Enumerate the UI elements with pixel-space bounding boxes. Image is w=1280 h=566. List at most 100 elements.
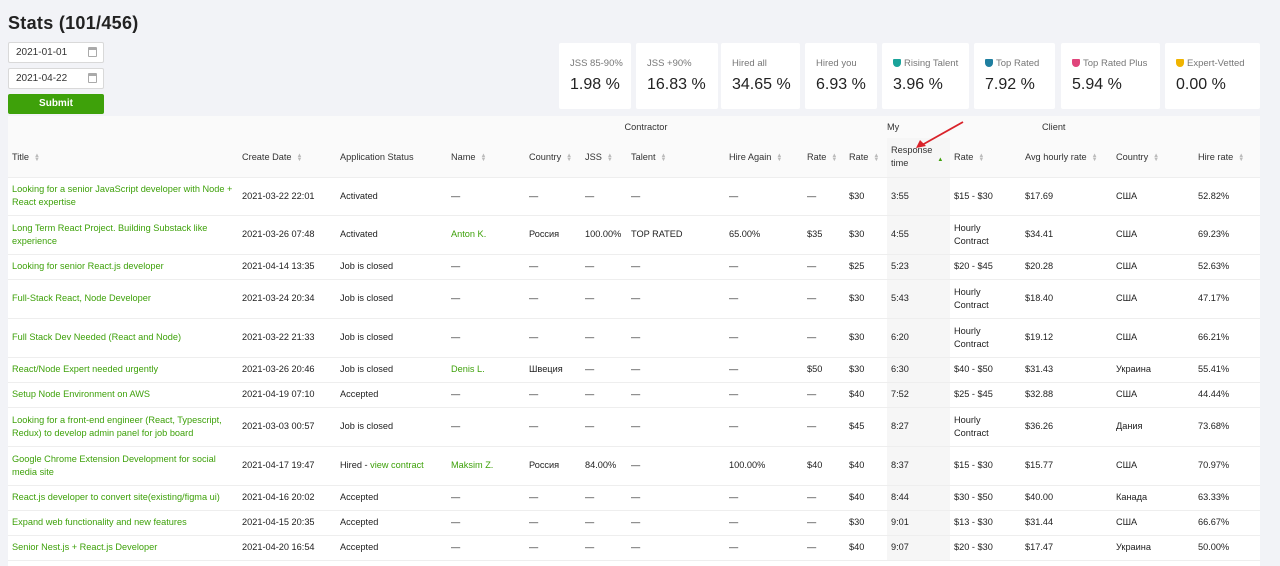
- cell-name: —: [447, 535, 525, 561]
- expert-vetted-badge-icon: [1176, 59, 1184, 67]
- cell-cl-rate: $13 - $30: [950, 510, 1021, 536]
- cell-name: Maksim Z.: [447, 446, 525, 486]
- cell-date: 2021-04-15 20:35: [238, 510, 336, 536]
- job-title-link[interactable]: React.js developer to convert site(exist…: [12, 492, 220, 502]
- cell-jss: —: [581, 254, 627, 280]
- job-title-link[interactable]: Setup Node Environment on AWS: [12, 389, 150, 399]
- job-title-link[interactable]: Looking for senior React.js developer: [12, 261, 164, 271]
- cell-talent: —: [627, 535, 725, 561]
- cell-resp: 3:55: [887, 177, 950, 216]
- stat-card: Expert-Vetted 0.00 %: [1165, 43, 1260, 109]
- cell-avg: $34.41: [1021, 215, 1112, 255]
- column-header-avg-hourly-rate[interactable]: Avg hourly rate ▲ ▼: [1021, 138, 1112, 178]
- cell-name: Anton K.: [447, 215, 525, 255]
- cell-my-rate: $30: [845, 215, 887, 255]
- cell-country: —: [525, 254, 581, 280]
- contractor-name-link[interactable]: Anton K.: [451, 229, 486, 239]
- column-header-country[interactable]: Country ▲ ▼: [525, 138, 581, 178]
- job-title-link[interactable]: Long Term React Project. Building Substa…: [12, 223, 207, 246]
- cell-status: Job is closed: [336, 318, 447, 358]
- column-header-name[interactable]: Name ▲ ▼: [447, 138, 525, 178]
- cell-cl-rate: $20 - $45: [950, 254, 1021, 280]
- column-header-application-status[interactable]: Application Status: [336, 138, 447, 178]
- view-contract-link[interactable]: view contract: [370, 460, 424, 470]
- cell-cl-country: США: [1112, 318, 1194, 358]
- date-to-input[interactable]: 2021-04-22: [8, 68, 104, 89]
- application-status-text: Activated: [340, 190, 378, 201]
- column-header-label: Talent: [631, 152, 656, 163]
- cell-hire-again: —: [725, 254, 803, 280]
- calendar-icon: [88, 73, 97, 83]
- cell-name: —: [447, 382, 525, 408]
- job-title-link[interactable]: Full-Stack React, Node Developer: [12, 293, 151, 303]
- sort-icon[interactable]: ▲ ▼: [34, 153, 40, 163]
- stat-value: 34.65 %: [732, 76, 791, 93]
- sort-icon[interactable]: ▲ ▼: [776, 153, 782, 163]
- cell-status: Job is closed: [336, 279, 447, 319]
- sort-icon[interactable]: ▲▲: [937, 154, 943, 163]
- cell-my-rate: $30: [845, 357, 887, 383]
- stat-card: Rising Talent 3.96 %: [882, 43, 969, 109]
- sort-icon[interactable]: ▲ ▼: [1092, 153, 1098, 163]
- submit-button[interactable]: Submit: [8, 94, 104, 114]
- cell-jss: 84.00%: [581, 446, 627, 486]
- sort-icon[interactable]: ▲ ▼: [661, 153, 667, 163]
- stat-label-text: Top Rated Plus: [1083, 58, 1148, 69]
- cell-cl-rate: Hourly Contract: [950, 279, 1021, 319]
- cell-hire-rate: 66.21%: [1194, 318, 1260, 358]
- job-title-link[interactable]: Full Stack Dev Needed (React and Node): [12, 332, 181, 342]
- table-row: Google Chrome Extension Development for …: [8, 446, 1260, 486]
- stat-value: 1.98 %: [570, 76, 620, 93]
- group-contractor: Contractor: [447, 116, 845, 138]
- sort-icon[interactable]: ▲ ▼: [1153, 153, 1159, 163]
- column-header-label: Country: [529, 152, 562, 163]
- column-header-create-date[interactable]: Create Date ▲ ▼: [238, 138, 336, 178]
- cell-title: Expand web functionality and new feature…: [8, 510, 238, 536]
- column-header-client-country[interactable]: Country ▲ ▼: [1112, 138, 1194, 178]
- sort-icon[interactable]: ▲ ▼: [978, 153, 984, 163]
- job-title-link[interactable]: Senior Nest.js + React.js Developer: [12, 542, 157, 552]
- column-header-jss[interactable]: JSS ▲ ▼: [581, 138, 627, 178]
- cell-my-rate: $25: [845, 254, 887, 280]
- cell-my-rate: $30: [845, 318, 887, 358]
- cell-name: Denis L.: [447, 357, 525, 383]
- cell-avg: $17.47: [1021, 535, 1112, 561]
- sort-icon[interactable]: ▲ ▼: [481, 153, 487, 163]
- column-header-title[interactable]: Title ▲ ▼: [8, 138, 238, 178]
- sort-icon[interactable]: ▲ ▼: [297, 153, 303, 163]
- cell-c-rate: $40: [803, 446, 845, 486]
- date-from-input[interactable]: 2021-01-01: [8, 42, 104, 63]
- cell-hire-again: —: [725, 357, 803, 383]
- job-title-link[interactable]: Looking for a front-end engineer (React,…: [12, 415, 222, 438]
- contractor-name-link[interactable]: Denis L.: [451, 364, 485, 374]
- stat-value: 5.94 %: [1072, 76, 1122, 93]
- sort-icon[interactable]: ▲ ▼: [607, 153, 613, 163]
- stat-label: Hired all: [732, 58, 767, 69]
- cell-c-rate: —: [803, 254, 845, 280]
- job-title-link[interactable]: React/Node Expert needed urgently: [12, 364, 158, 374]
- column-header-hire-again[interactable]: Hire Again ▲ ▼: [725, 138, 803, 178]
- cell-country: —: [525, 382, 581, 408]
- contractor-name-link[interactable]: Maksim Z.: [451, 460, 493, 470]
- job-title-link[interactable]: Expand web functionality and new feature…: [12, 517, 187, 527]
- job-title-link[interactable]: Looking for a senior JavaScript develope…: [12, 184, 232, 207]
- application-status-text: Job is closed: [340, 421, 394, 431]
- top-rated-plus-badge-icon: [1072, 59, 1080, 67]
- sort-icon[interactable]: ▲ ▼: [1238, 153, 1244, 163]
- cell-hire-again: —: [725, 407, 803, 447]
- sort-icon[interactable]: ▲ ▼: [873, 153, 879, 163]
- sort-icon[interactable]: ▲ ▼: [566, 153, 572, 163]
- cell-hire-rate: 66.67%: [1194, 510, 1260, 536]
- table-row: Looking for senior React.js developer 202…: [8, 254, 1260, 280]
- cell-cl-country: США: [1112, 446, 1194, 486]
- column-header-talent[interactable]: Talent ▲ ▼: [627, 138, 725, 178]
- column-header-contractor-rate[interactable]: Rate ▲ ▼: [803, 138, 845, 178]
- column-header-my-rate[interactable]: Rate ▲ ▼: [845, 138, 887, 178]
- sort-icon[interactable]: ▲ ▼: [831, 153, 837, 163]
- cell-my-rate: $40: [845, 446, 887, 486]
- cell-hire-again: —: [725, 510, 803, 536]
- column-header-hire-rate[interactable]: Hire rate ▲ ▼: [1194, 138, 1260, 178]
- stat-card: Top Rated 7.92 %: [974, 43, 1055, 109]
- job-title-link[interactable]: Google Chrome Extension Development for …: [12, 454, 216, 477]
- cell-cl-country: Украина: [1112, 357, 1194, 383]
